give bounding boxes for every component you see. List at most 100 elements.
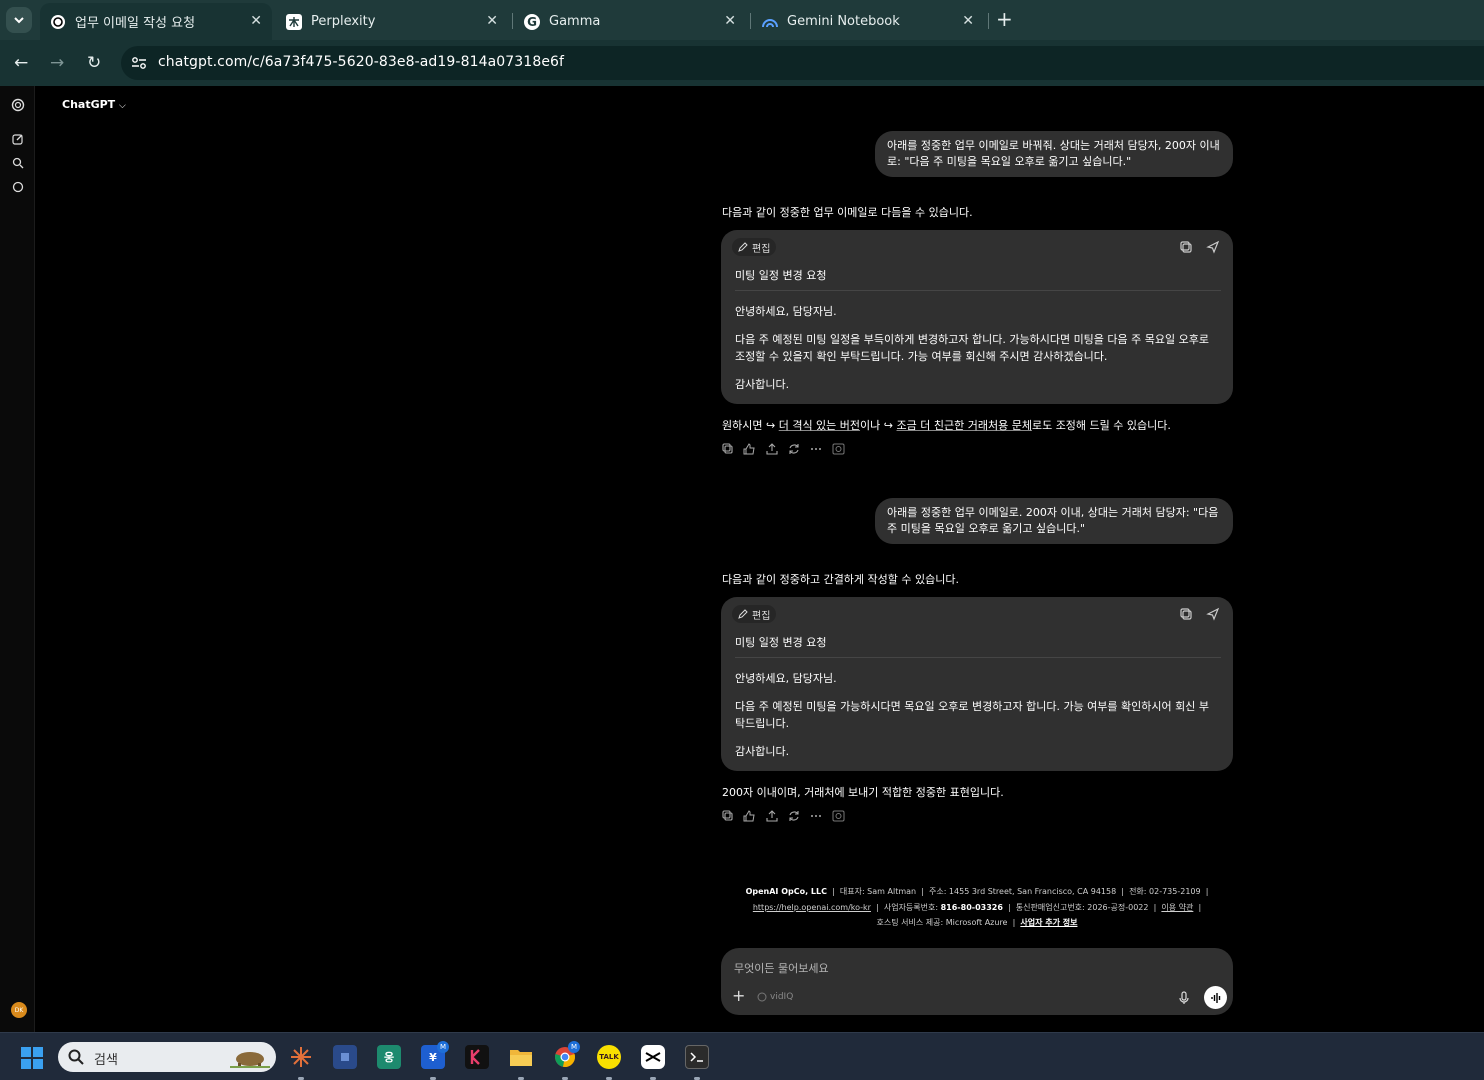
site-settings-icon[interactable] [129,53,149,73]
chat-bubble-icon[interactable] [10,179,25,194]
windows-start-icon[interactable] [21,1047,43,1069]
email-body: 다음 주 예정된 미팅 일정을 부득이하게 변경하고자 합니다. 가능하시다면 … [735,333,1209,363]
divider [735,290,1221,291]
regenerate-icon[interactable] [787,809,801,823]
user-avatar[interactable]: DK [11,1002,27,1018]
footer-company: OpenAI OpCo, LLC [745,887,827,896]
model-selector[interactable]: ChatGPT ⌵ [62,98,126,111]
chevron-down-icon [14,17,24,24]
sidebar [0,86,35,1032]
gamma-icon: G [524,13,540,30]
chatgpt-icon [50,14,66,30]
message-actions [721,442,845,456]
edit-button[interactable]: 편집 [732,605,777,623]
taskbar-search[interactable]: 검색 [58,1042,276,1072]
microphone-icon[interactable] [1179,991,1189,1005]
share-icon[interactable] [765,809,779,823]
openai-logo-icon[interactable] [10,97,25,112]
close-icon[interactable]: ✕ [962,13,974,29]
follow-up-suffix: 로도 조정해 드릴 수 있습니다. [1031,419,1171,432]
new-tab-button[interactable]: + [996,9,1013,29]
copy-icon[interactable] [1179,607,1193,621]
email-closing: 감사합니다. [735,378,790,391]
new-chat-icon[interactable] [10,131,25,146]
tab-chatgpt[interactable]: 업무 이메일 작성 요청 ✕ [40,3,272,40]
voice-mode-button[interactable] [1204,986,1227,1009]
feedback-thumbs-icon[interactable] [743,809,757,823]
reload-icon[interactable]: ↻ [87,53,101,73]
vidiq-extension-icon[interactable] [831,809,845,823]
stock-app-icon[interactable]: 웅 [377,1045,401,1069]
pencil-icon [738,609,748,619]
search-icon[interactable] [10,155,25,170]
close-icon[interactable]: ✕ [486,13,498,29]
waveform-icon [1210,992,1220,1003]
terminal-icon[interactable] [685,1045,709,1069]
file-explorer-icon[interactable] [509,1045,533,1069]
close-icon[interactable]: ✕ [724,13,736,29]
notification-badge: M [568,1041,580,1053]
edit-label: 편집 [752,243,771,255]
follow-up-prefix: 원하시면 [722,419,766,432]
message-actions [721,809,845,823]
footer-ecommerce: 통신판매업신고번호: 2026-공정-0022 [1015,902,1149,912]
app-icon-blue[interactable] [333,1045,357,1069]
vidiq-extension-icon[interactable] [831,442,845,456]
browser-tab-strip: 업무 이메일 작성 요청 ✕ Perplexity ✕ G Gamma ✕ Ge… [0,0,1484,40]
k-app-icon[interactable] [465,1045,489,1069]
footer-address: 주소: 1455 3rd Street, San Francisco, CA 9… [928,887,1117,896]
share-icon[interactable] [765,442,779,456]
prompt-input[interactable]: 무엇이든 물어보세요 [734,960,829,976]
vidiq-button[interactable]: vidIQ [757,992,793,1002]
back-arrow-icon[interactable]: ← [14,53,28,73]
address-bar[interactable]: chatgpt.com/c/6a73f475-5620-83e8-ad19-81… [121,46,1484,80]
footer-hosting: 호스팅 서비스 제공: Microsoft Azure [876,918,1008,927]
tab-perplexity[interactable]: Perplexity ✕ [276,3,508,40]
tab-separator [988,13,989,29]
kakaotalk-icon[interactable]: TALK [597,1045,621,1069]
close-icon[interactable]: ✕ [250,13,262,29]
tab-title: Gemini Notebook [787,14,900,29]
copy-icon[interactable] [1179,240,1193,254]
regenerate-icon[interactable] [787,442,801,456]
url-text: chatgpt.com/c/6a73f475-5620-83e8-ad19-81… [158,54,565,70]
footer-line-3: 호스팅 서비스 제공: Microsoft Azure | 사업자 추가 정보 [876,918,1078,927]
email-draft-card: 편집 미팅 일정 변경 요청 안녕하세요, 담당자님. 다음 주 예정된 미팅 … [721,230,1233,404]
chat-composer: 무엇이든 물어보세요 + vidIQ [721,948,1233,1015]
follow-up-middle: 이나 [860,419,884,432]
tab-separator [512,13,513,29]
taskbar-search-label: 검색 [94,1053,118,1068]
more-icon[interactable] [809,809,823,823]
gemini-notebook-icon [762,14,778,30]
edit-button[interactable]: 편집 [732,238,777,256]
email-closing: 감사합니다. [735,745,790,758]
tab-separator [750,13,751,29]
footer-phone: 전화: 02-735-2109 [1129,887,1201,896]
tab-title: Perplexity [311,14,376,29]
email-subject: 미팅 일정 변경 요청 [735,269,827,282]
more-icon[interactable] [809,442,823,456]
perplexity-icon [286,13,302,30]
search-icon [68,1049,84,1065]
claude-app-icon[interactable] [289,1045,313,1069]
bison-search-art-icon [230,1052,270,1068]
feedback-thumbs-icon[interactable] [743,442,757,456]
tab-gamma[interactable]: G Gamma ✕ [514,3,746,40]
forward-arrow-icon[interactable]: → [50,53,64,73]
send-icon[interactable] [1206,240,1220,254]
tab-search-button[interactable] [6,7,32,33]
capcut-icon[interactable] [641,1045,665,1069]
follow-up-link-friendly[interactable]: 조금 더 친근한 거래처용 문체 [897,419,1032,432]
add-attachment-button[interactable]: + [732,988,745,1004]
follow-up-link-formal[interactable]: 더 격식 있는 버전 [779,419,860,432]
copy-icon[interactable] [721,442,735,456]
footer-help-link[interactable]: https://help.openai.com/ko-kr [753,903,871,912]
copy-icon[interactable] [721,809,735,823]
footer-terms-link[interactable]: 이용 약관 [1161,903,1193,912]
assistant-intro: 다음과 같이 정중한 업무 이메일로 다듬을 수 있습니다. [722,206,973,219]
model-label: ChatGPT [62,98,116,111]
tab-gemini-notebook[interactable]: Gemini Notebook ✕ [752,3,984,40]
send-icon[interactable] [1206,607,1220,621]
vidiq-icon [757,992,767,1002]
footer-biz-info-link[interactable]: 사업자 추가 정보 [1020,918,1077,927]
